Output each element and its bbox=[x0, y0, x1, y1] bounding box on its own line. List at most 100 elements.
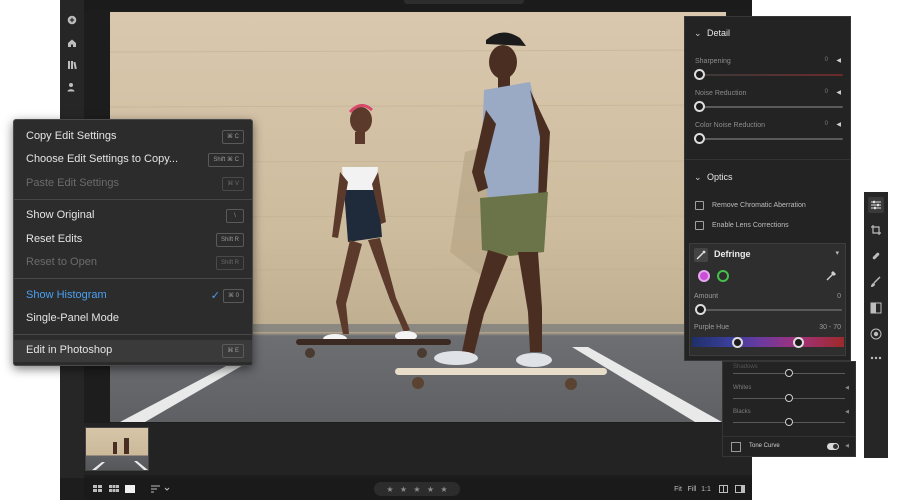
optics-section-header[interactable]: ⌄ Optics bbox=[685, 167, 850, 189]
light-panel: Shadows Whites ◀ Blacks ◀ Tone Curve ◀ bbox=[722, 361, 856, 457]
menu-item-reset-edits[interactable]: Reset Edits Shift R bbox=[14, 229, 252, 251]
tone-curve-toggle[interactable] bbox=[827, 443, 839, 450]
shortcut-badge: \ bbox=[226, 209, 244, 223]
shortcut-badge: ⌘ V bbox=[222, 177, 244, 191]
whites-slider-knob[interactable] bbox=[785, 394, 793, 402]
purple-swatch[interactable] bbox=[698, 270, 710, 282]
filmstrip bbox=[84, 423, 752, 475]
menu-item-copy-edit-settings[interactable]: Copy Edit Settings ⌘ C bbox=[14, 126, 252, 148]
disclosure-arrow-icon[interactable]: ◀ bbox=[845, 385, 849, 391]
zoom-fit-button[interactable]: Fit bbox=[672, 483, 684, 495]
amount-slider-knob[interactable] bbox=[695, 304, 706, 315]
star-4[interactable]: ★ bbox=[427, 485, 434, 494]
shortcut-badge: Shift ⌘ C bbox=[208, 153, 244, 167]
disclosure-arrow-icon[interactable]: ◀ bbox=[836, 121, 841, 128]
defringe-title: Defringe bbox=[714, 249, 751, 259]
crop-icon[interactable] bbox=[868, 222, 884, 238]
star-rating[interactable]: ★ ★ ★ ★ ★ bbox=[374, 482, 460, 496]
star-2[interactable]: ★ bbox=[400, 485, 407, 494]
chevron-down-icon[interactable]: ▾ bbox=[835, 249, 839, 257]
blacks-slider-knob[interactable] bbox=[785, 418, 793, 426]
shortcut-badge: Shift R bbox=[215, 233, 244, 247]
tone-curve-row[interactable]: Tone Curve ◀ bbox=[723, 436, 855, 456]
color-noise-reduction-slider-knob[interactable] bbox=[694, 133, 705, 144]
amount-slider-track[interactable] bbox=[696, 309, 842, 311]
disclosure-arrow-icon[interactable]: ◀ bbox=[845, 409, 849, 415]
noise-reduction-label: Noise Reduction bbox=[695, 90, 747, 97]
amount-value: 0 bbox=[837, 293, 841, 300]
sharpening-label: Sharpening bbox=[695, 58, 731, 65]
zoom-1to1-button[interactable]: 1:1 bbox=[700, 483, 712, 495]
top-strip bbox=[84, 0, 752, 10]
disclosure-arrow-icon[interactable]: ◀ bbox=[836, 57, 841, 64]
disclosure-arrow-icon[interactable]: ◀ bbox=[845, 443, 849, 449]
blacks-label: Blacks bbox=[733, 409, 751, 415]
menu-item-show-original[interactable]: Show Original \ bbox=[14, 205, 252, 227]
detail-view-icon[interactable] bbox=[124, 483, 136, 495]
radial-gradient-icon[interactable] bbox=[868, 326, 884, 342]
grid-view-icon[interactable] bbox=[92, 483, 104, 495]
menu-item-reset-to-open: Reset to Open Shift R bbox=[14, 252, 252, 274]
eyedropper-icon[interactable] bbox=[825, 268, 839, 282]
checkbox-box[interactable] bbox=[695, 220, 704, 230]
star-5[interactable]: ★ bbox=[440, 485, 447, 494]
section-divider bbox=[685, 159, 850, 160]
panel-toggle-icon[interactable] bbox=[734, 483, 746, 495]
purple-hue-high-knob[interactable] bbox=[792, 337, 804, 348]
checkmark-icon: ✓ bbox=[210, 290, 220, 302]
checkbox-label: Remove Chromatic Aberration bbox=[712, 201, 806, 209]
add-photo-icon[interactable] bbox=[64, 12, 80, 28]
checkbox-box[interactable] bbox=[695, 200, 704, 210]
more-options-icon[interactable] bbox=[868, 350, 884, 366]
filmstrip-thumbnail[interactable] bbox=[85, 427, 149, 471]
brush-icon[interactable] bbox=[868, 274, 884, 290]
detail-section-header[interactable]: ⌄ Detail bbox=[685, 23, 850, 45]
sharpening-slider-knob[interactable] bbox=[694, 69, 705, 80]
top-tab[interactable] bbox=[404, 0, 524, 4]
color-noise-reduction-slider-track[interactable] bbox=[695, 138, 843, 140]
sort-icon[interactable] bbox=[150, 483, 172, 495]
noise-reduction-value: 0 bbox=[824, 89, 828, 95]
color-noise-reduction-label: Color Noise Reduction bbox=[695, 122, 766, 129]
zoom-fill-button[interactable]: Fill bbox=[686, 483, 698, 495]
menu-item-show-histogram[interactable]: Show Histogram ✓ ⌘ 0 bbox=[14, 285, 252, 307]
green-swatch[interactable] bbox=[717, 270, 729, 282]
menu-item-label: Single-Panel Mode bbox=[26, 312, 119, 324]
purple-hue-label: Purple Hue bbox=[694, 324, 730, 331]
menu-item-label: Edit in Photoshop bbox=[26, 344, 113, 356]
library-icon[interactable] bbox=[64, 57, 80, 73]
star-3[interactable]: ★ bbox=[413, 485, 420, 494]
home-icon[interactable] bbox=[64, 35, 80, 51]
noise-reduction-slider-track[interactable] bbox=[695, 106, 843, 108]
healing-brush-icon[interactable] bbox=[868, 248, 884, 264]
menu-item-edit-in-photoshop[interactable]: Edit in Photoshop ⌘ E bbox=[14, 340, 252, 362]
enable-lens-corrections-checkbox[interactable]: Enable Lens Corrections bbox=[695, 219, 789, 231]
noise-reduction-slider-knob[interactable] bbox=[694, 101, 705, 112]
color-noise-reduction-value: 0 bbox=[824, 121, 828, 127]
remove-chromatic-aberration-checkbox[interactable]: Remove Chromatic Aberration bbox=[695, 199, 806, 211]
chevron-down-icon: ⌄ bbox=[694, 172, 702, 182]
menu-item-single-panel-mode[interactable]: Single-Panel Mode bbox=[14, 308, 252, 330]
star-1[interactable]: ★ bbox=[386, 485, 393, 494]
linear-gradient-icon[interactable] bbox=[868, 300, 884, 316]
menu-item-label: Reset to Open bbox=[26, 256, 97, 268]
purple-hue-slider-track[interactable] bbox=[692, 337, 844, 347]
menu-item-choose-edit-settings[interactable]: Choose Edit Settings to Copy... Shift ⌘ … bbox=[14, 149, 252, 171]
defringe-tool-icon[interactable] bbox=[694, 248, 708, 262]
shortcut-badge: ⌘ E bbox=[222, 344, 244, 358]
purple-hue-value: 30 - 70 bbox=[819, 324, 841, 331]
menu-item-label: Show Original bbox=[26, 209, 95, 221]
compare-icon[interactable] bbox=[718, 483, 728, 495]
sharpening-slider-track[interactable] bbox=[695, 74, 843, 76]
square-grid-icon[interactable] bbox=[108, 483, 120, 495]
sharpening-value: 0 bbox=[824, 57, 828, 63]
people-icon[interactable] bbox=[64, 79, 80, 95]
disclosure-arrow-icon[interactable]: ◀ bbox=[836, 89, 841, 96]
tone-curve-label: Tone Curve bbox=[749, 443, 780, 449]
tool-strip bbox=[864, 192, 888, 458]
whites-label: Whites bbox=[733, 385, 752, 391]
shadows-slider-knob[interactable] bbox=[785, 369, 793, 377]
edit-sliders-icon[interactable] bbox=[868, 197, 884, 213]
menu-item-label: Choose Edit Settings to Copy... bbox=[26, 153, 179, 165]
chevron-down-icon: ⌄ bbox=[694, 28, 702, 38]
